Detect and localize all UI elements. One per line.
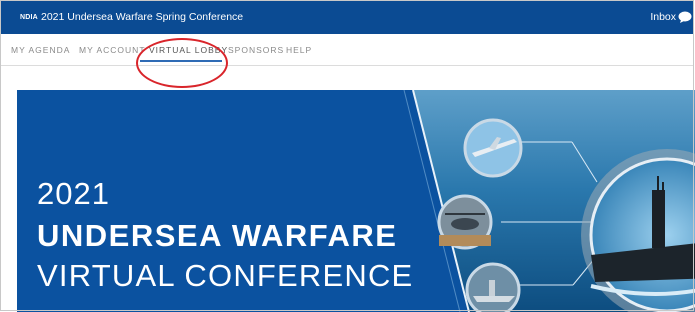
active-tab-indicator [140, 60, 222, 62]
banner-subline: VIRTUAL CONFERENCE [37, 258, 414, 293]
main-nav: MY AGENDA MY ACCOUNT VIRTUAL LOBBY SPONS… [1, 34, 694, 66]
aircraft-thumbnail [463, 118, 523, 178]
inbox-link[interactable]: Inbox [650, 11, 676, 23]
nav-my-agenda[interactable]: MY AGENDA [11, 45, 70, 55]
nav-virtual-lobby[interactable]: VIRTUAL LOBBY [149, 45, 228, 55]
nav-my-account[interactable]: MY ACCOUNT [79, 45, 146, 55]
banner-headline: UNDERSEA WARFARE [37, 218, 398, 253]
nav-sponsors[interactable]: SPONSORS [228, 45, 284, 55]
banner-year: 2021 [37, 176, 110, 211]
ndia-logo[interactable]: NDIA [20, 14, 38, 21]
chat-bubble-icon[interactable] [678, 11, 692, 23]
helicopter-thumbnail [437, 194, 493, 250]
top-bar: NDIA 2021 Undersea Warfare Spring Confer… [1, 1, 694, 34]
conference-banner[interactable]: 2021 UNDERSEA WARFARE VIRTUAL CONFERENCE [17, 90, 695, 312]
nav-help[interactable]: HELP [286, 45, 312, 55]
ship-thumbnail [465, 262, 521, 312]
conference-title: 2021 Undersea Warfare Spring Conference [41, 11, 244, 23]
